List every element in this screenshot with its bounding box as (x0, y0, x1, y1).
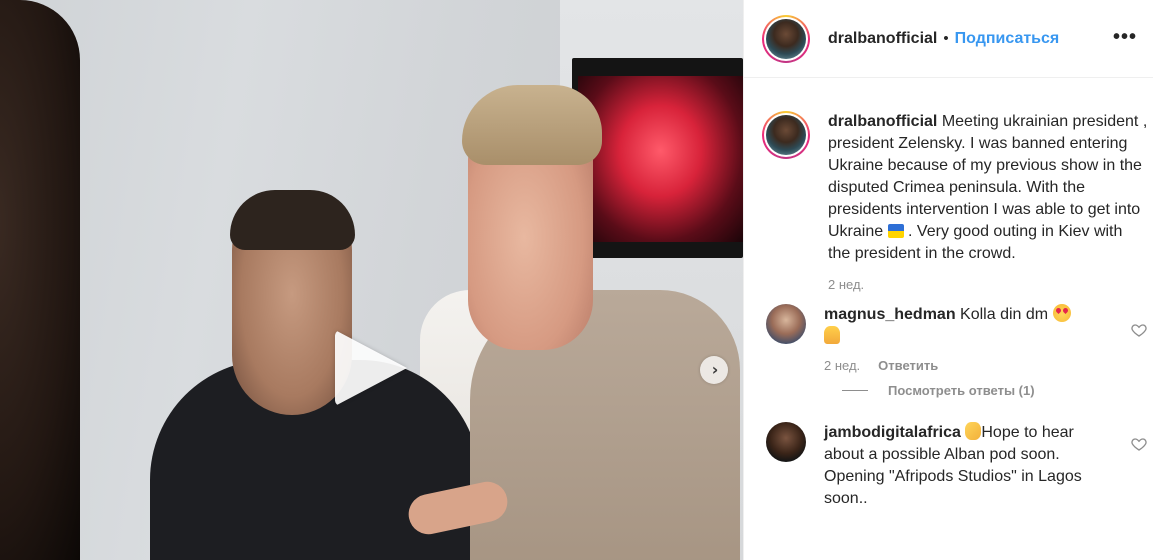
praying-hands-emoji-icon (824, 326, 840, 344)
follow-button[interactable]: Подписаться (955, 30, 1060, 48)
post-side-panel: dralbanofficial • Подписаться ••• dralba… (743, 0, 1153, 560)
ukraine-flag-icon (887, 224, 904, 238)
view-replies-button[interactable]: Посмотреть ответы (1) (842, 383, 1153, 398)
caption-text: dralbanofficial Meeting ukrainian presid… (828, 113, 1148, 262)
like-comment-heart-icon[interactable] (1131, 322, 1147, 338)
caption-time: 2 нед. (828, 277, 865, 292)
caption-avatar[interactable] (762, 111, 810, 159)
commenter-avatar[interactable] (766, 304, 806, 344)
more-options-icon[interactable]: ••• (1113, 27, 1137, 47)
clapping-hands-emoji-icon (965, 422, 982, 440)
heart-eyes-emoji-icon (1052, 304, 1071, 322)
next-slide-button[interactable]: › (700, 356, 728, 384)
post-video[interactable]: › (0, 0, 743, 560)
comments-list: dralbanofficial Meeting ukrainian presid… (744, 78, 1153, 510)
play-icon[interactable] (335, 330, 407, 406)
tv-screen (572, 58, 743, 258)
comment-time: 2 нед. (824, 358, 861, 373)
like-comment-heart-icon[interactable] (1131, 436, 1147, 452)
author-avatar[interactable] (762, 14, 810, 63)
caption-username[interactable]: dralbanofficial (828, 113, 937, 130)
reply-button[interactable]: Ответить (878, 358, 938, 373)
caption: dralbanofficial Meeting ukrainian presid… (762, 78, 1153, 292)
comment-item: magnus_hedman Kolla din dm 2 нед. Ответи… (762, 304, 1153, 373)
chevron-right-icon: › (711, 360, 719, 379)
comment-username[interactable]: jambodigitalafrica (824, 424, 961, 441)
comment-item: jambodigitalafrica Hope to hear about a … (762, 422, 1153, 510)
comment-text: magnus_hedman Kolla din dm (824, 304, 1104, 348)
comment-username[interactable]: magnus_hedman (824, 306, 956, 323)
post-header: dralbanofficial • Подписаться ••• (744, 0, 1153, 78)
author-username[interactable]: dralbanofficial (828, 30, 937, 48)
commenter-avatar[interactable] (766, 422, 806, 462)
instagram-post: › dralbanofficial • Подписаться ••• dral… (0, 0, 1153, 560)
separator-dot: • (943, 30, 949, 47)
comment-text: jambodigitalafrica Hope to hear about a … (824, 422, 1082, 507)
